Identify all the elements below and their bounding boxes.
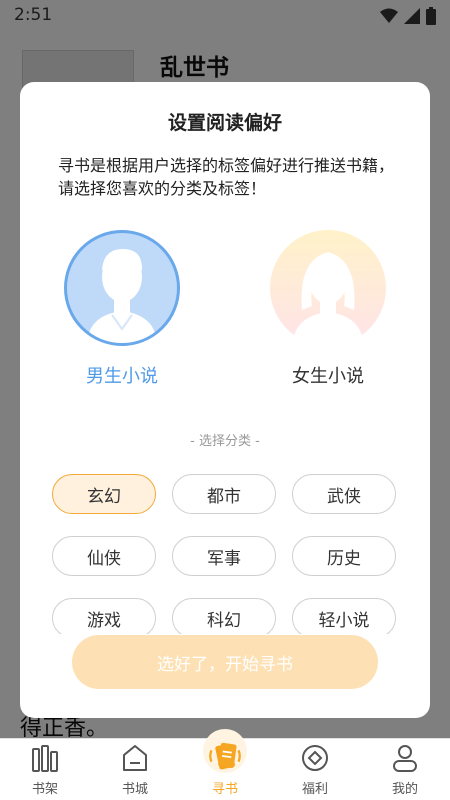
tag-item[interactable]: 历史 (292, 536, 396, 576)
tag-item[interactable]: 都市 (172, 474, 276, 514)
tag-item[interactable]: 轻小说 (292, 598, 396, 634)
profile-icon (393, 745, 417, 772)
start-search-label: 选好了，开始寻书 (157, 654, 293, 675)
dialog-description: 寻书是根据用户选择的标签偏好进行推送书籍， 请选择您喜欢的分类及标签！ (58, 156, 395, 198)
tag-label: 科幻 (207, 610, 241, 631)
status-icons (380, 7, 436, 25)
battery-icon (426, 7, 436, 25)
tag-label: 都市 (207, 486, 241, 507)
tag-label: 玄幻 (87, 486, 121, 507)
tag-item[interactable]: 仙侠 (52, 536, 156, 576)
tag-item[interactable]: 玄幻 (52, 474, 156, 514)
nav-item-welfare[interactable]: 福利 (270, 739, 360, 800)
status-bar: 2:51 (0, 0, 450, 32)
category-section-label: - 选择分类 - (190, 434, 260, 449)
female-figure-icon (292, 252, 364, 346)
tag-item[interactable]: 科幻 (172, 598, 276, 634)
nav-label: 书架 (31, 782, 58, 797)
tag-item[interactable]: 武侠 (292, 474, 396, 514)
dialog-title: 设置阅读偏好 (167, 112, 282, 134)
nav-label: 寻书 (211, 782, 238, 797)
female-novel-option[interactable]: 女生小说 (268, 230, 388, 388)
tag-label: 仙侠 (87, 548, 121, 569)
find-book-icon (209, 742, 241, 770)
male-avatar (64, 230, 180, 346)
nav-item-profile[interactable]: 我的 (360, 739, 450, 800)
tag-label: 历史 (327, 548, 361, 569)
nav-label: 福利 (301, 782, 328, 797)
tag-label: 军事 (207, 548, 241, 569)
female-novel-label: 女生小说 (292, 366, 364, 387)
nav-label: 我的 (391, 782, 418, 797)
tag-item[interactable]: 军事 (172, 536, 276, 576)
category-tag-list: 玄幻 都市 武侠 仙侠 军事 历史 游戏 科幻 轻小说 (52, 474, 400, 634)
status-time: 2:51 (14, 5, 53, 25)
nav-item-find-book[interactable]: 寻书 (180, 739, 270, 800)
bottom-navigation: 书架 书城 寻书 福利 我的 (0, 729, 450, 800)
tag-item[interactable]: 游戏 (52, 598, 156, 634)
bookstore-icon (123, 745, 147, 771)
wifi-icon (380, 8, 398, 23)
tag-label: 游戏 (87, 610, 121, 631)
nav-label: 书城 (121, 782, 148, 797)
female-avatar (270, 230, 386, 346)
reading-preference-dialog: 设置阅读偏好 寻书是根据用户选择的标签偏好进行推送书籍， 请选择您喜欢的分类及标… (20, 82, 430, 718)
tag-label: 轻小说 (318, 610, 370, 631)
nav-item-bookshelf[interactable]: 书架 (0, 739, 90, 800)
male-novel-option[interactable]: 男生小说 (62, 230, 182, 388)
start-search-button[interactable]: 选好了，开始寻书 (72, 635, 378, 689)
nav-item-bookstore[interactable]: 书城 (90, 739, 180, 800)
signal-icon (404, 8, 420, 24)
male-figure-icon (87, 249, 157, 343)
bookshelf-icon (32, 745, 58, 772)
male-novel-label: 男生小说 (86, 366, 158, 387)
welfare-icon (302, 745, 328, 771)
tag-label: 武侠 (327, 486, 361, 507)
